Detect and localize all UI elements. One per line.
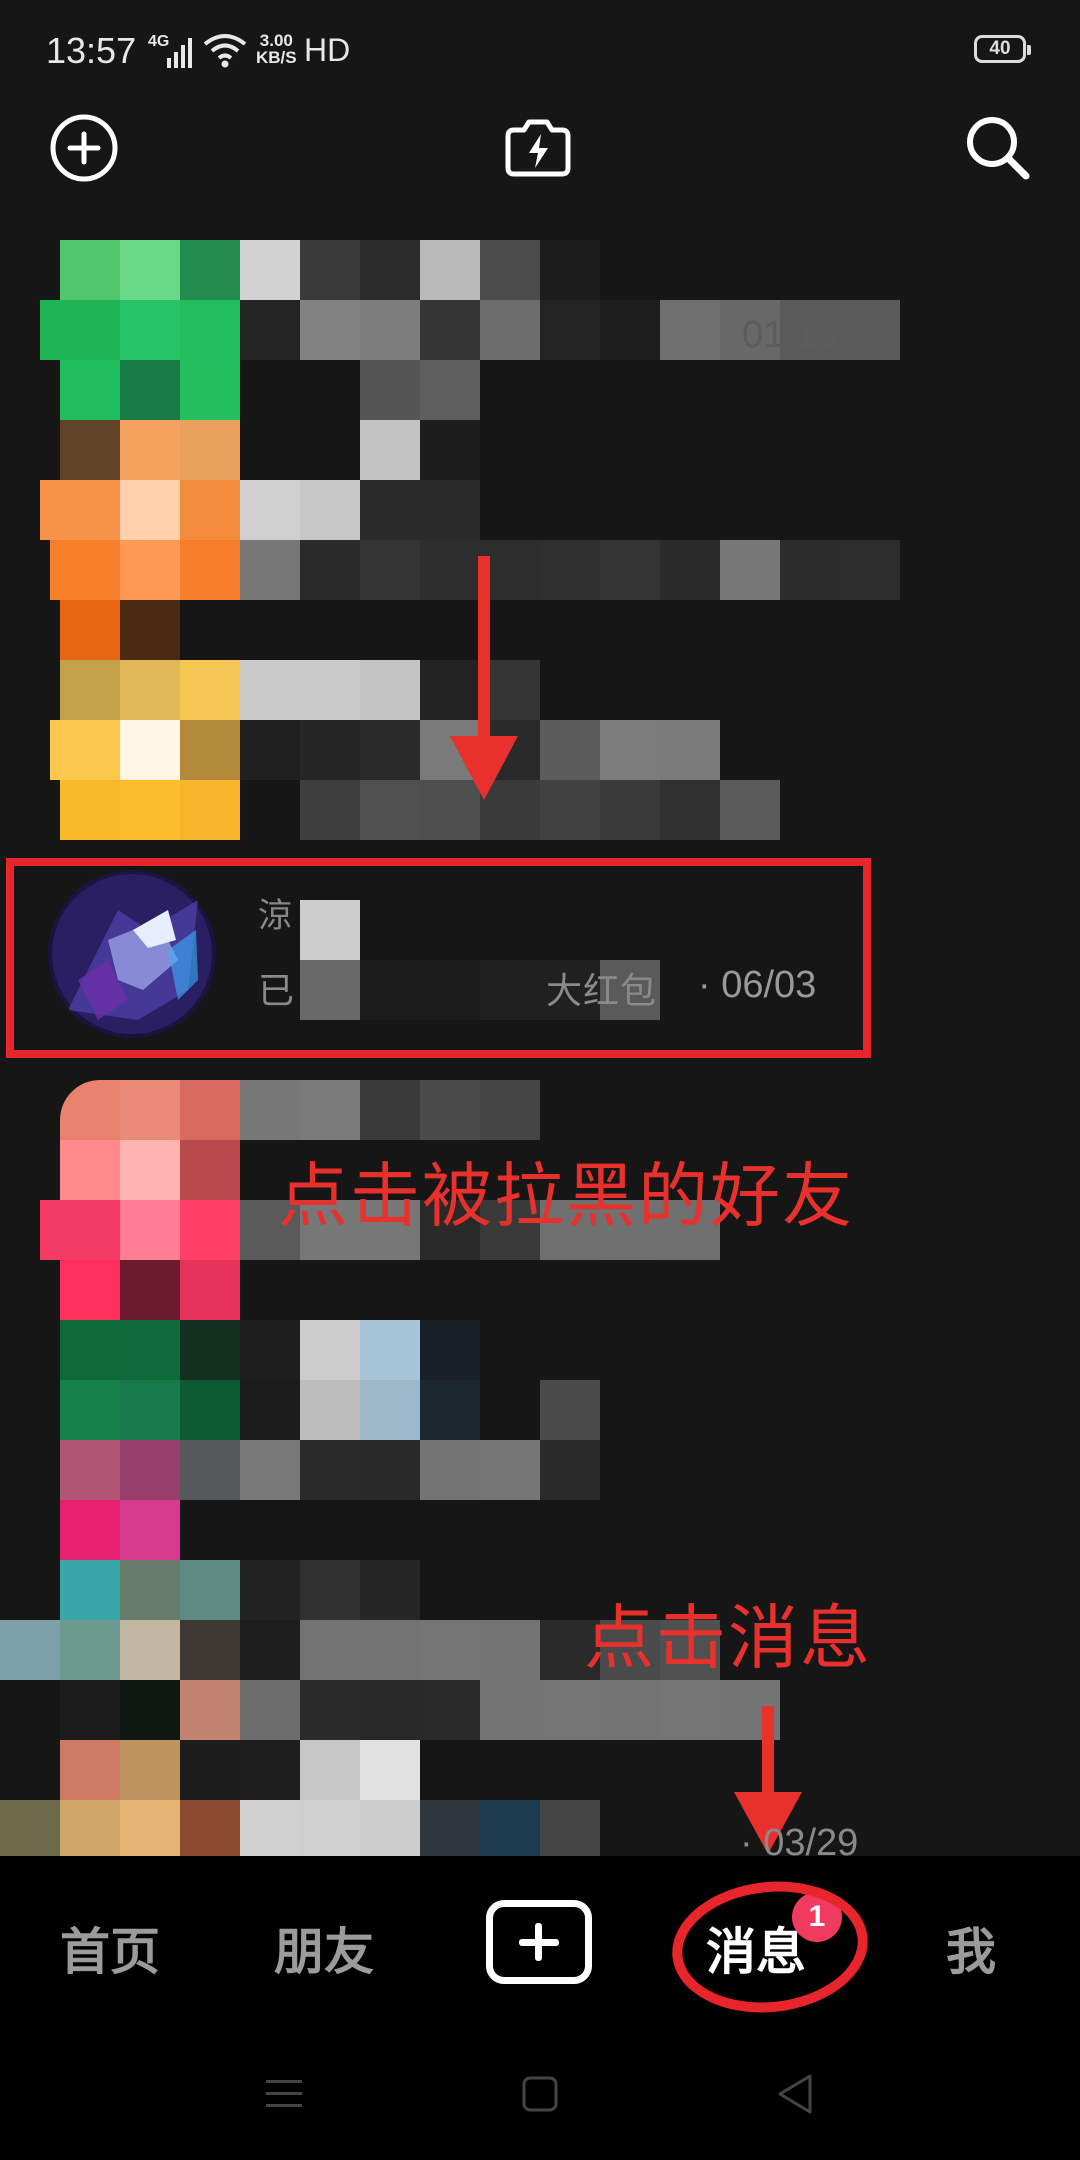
home-icon[interactable] <box>520 2074 560 2114</box>
menu-icon[interactable] <box>264 2074 304 2114</box>
down-arrow-annotation <box>450 556 518 800</box>
create-button[interactable] <box>486 1900 592 1984</box>
annotation-tap-messages: 点击消息 <box>584 1599 872 1677</box>
annotation-tap-blocked-friend: 点击被拉黑的好友 <box>278 1157 854 1235</box>
highlight-box <box>6 858 871 1058</box>
back-icon[interactable] <box>776 2072 816 2116</box>
tab-home[interactable]: 首页 <box>60 1912 160 1984</box>
tab-me[interactable]: 我 <box>946 1912 996 1984</box>
tab-friends[interactable]: 朋友 <box>274 1912 374 1984</box>
partial-time-top: 01:13 <box>742 314 838 356</box>
